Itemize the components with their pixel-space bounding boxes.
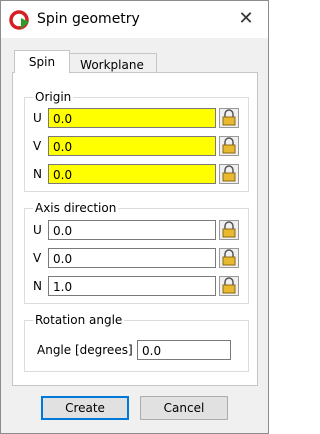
- origin-u-input[interactable]: 0.0: [48, 108, 216, 128]
- tab-spin-label: Spin: [28, 55, 56, 69]
- lock-icon[interactable]: [219, 164, 239, 184]
- axis-n-label: N: [33, 279, 42, 293]
- origin-v-input[interactable]: 0.0: [48, 136, 216, 156]
- close-icon[interactable]: ✕: [232, 7, 260, 31]
- lock-icon[interactable]: [219, 220, 239, 240]
- lock-icon[interactable]: [219, 276, 239, 296]
- create-button-label: Create: [65, 401, 105, 415]
- cancel-button[interactable]: Cancel: [140, 396, 228, 420]
- axis-v-label: V: [33, 251, 42, 265]
- axis-u-label: U: [33, 223, 42, 237]
- axis-u-input[interactable]: 0.0: [48, 220, 216, 240]
- origin-n-input[interactable]: 0.0: [48, 164, 216, 184]
- origin-n-label: N: [33, 167, 42, 181]
- tab-panel-spin: Origin U 0.0 V 0.0 N 0.0 Axis direction …: [12, 72, 258, 386]
- tab-spin[interactable]: Spin: [14, 50, 70, 73]
- cancel-button-label: Cancel: [163, 401, 205, 415]
- axis-group-label: Axis direction: [33, 200, 119, 216]
- angle-input[interactable]: 0.0: [137, 340, 231, 360]
- dialog-window: Spin geometry ✕ Spin Workplane Origin U …: [0, 0, 269, 434]
- lock-icon[interactable]: [219, 108, 239, 128]
- origin-group-label: Origin: [33, 89, 74, 105]
- app-logo-icon: [9, 10, 29, 30]
- lock-icon[interactable]: [219, 136, 239, 156]
- origin-u-label: U: [33, 111, 42, 125]
- angle-label: Angle [degrees]: [37, 343, 133, 357]
- lock-icon[interactable]: [219, 248, 239, 268]
- axis-n-input[interactable]: 1.0: [48, 276, 216, 296]
- create-button[interactable]: Create: [41, 396, 129, 420]
- rotation-group-label: Rotation angle: [33, 312, 125, 328]
- origin-v-label: V: [33, 139, 42, 153]
- tab-workplane-label: Workplane: [80, 58, 144, 72]
- axis-v-input[interactable]: 0.0: [48, 248, 216, 268]
- window-title: Spin geometry: [37, 11, 140, 27]
- title-bar[interactable]: Spin geometry ✕: [1, 1, 268, 38]
- tab-workplane[interactable]: Workplane: [68, 53, 157, 73]
